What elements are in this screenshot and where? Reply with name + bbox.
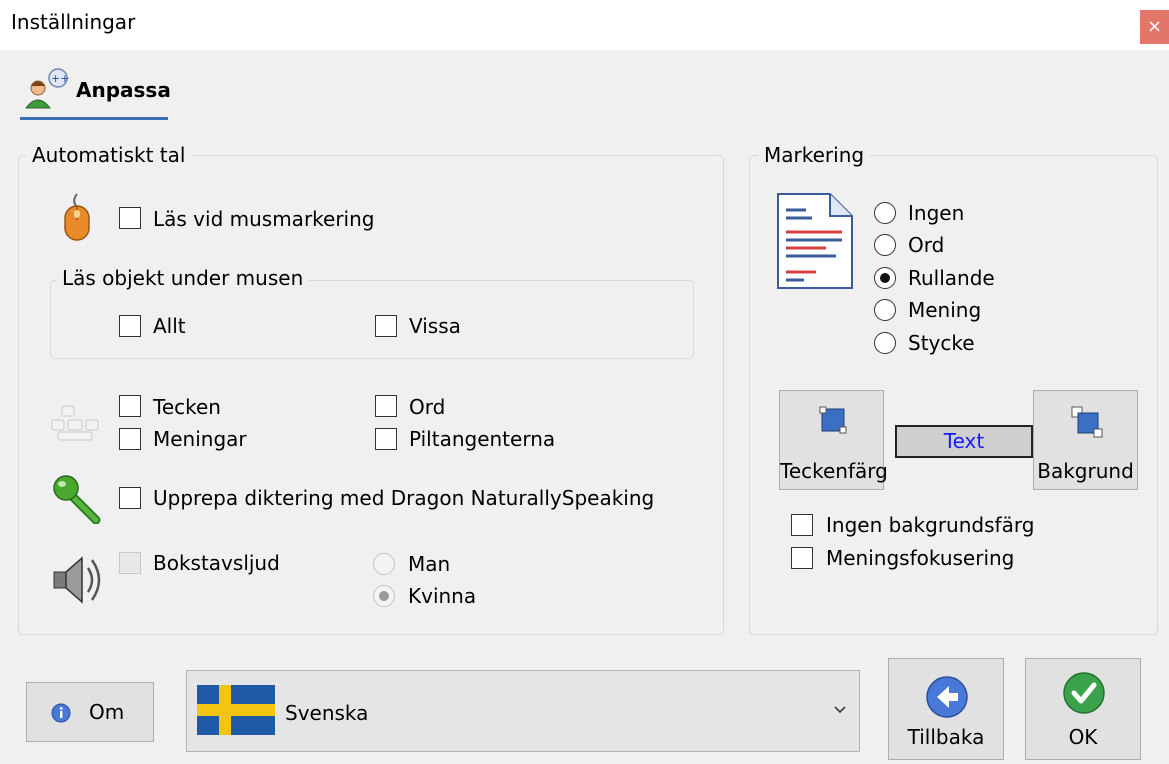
back-arrow-icon (926, 676, 968, 718)
voice-man-radio[interactable] (373, 553, 395, 575)
svg-text:++: ++ (51, 72, 69, 85)
highlight-none-label: Ingen (908, 201, 965, 225)
mouse-icon (64, 193, 90, 241)
text-color-icon (819, 406, 847, 434)
no-background-checkbox[interactable] (791, 514, 813, 536)
language-value: Svenska (285, 701, 369, 725)
arrow-keys-label: Piltangenterna (409, 427, 556, 451)
document-icon (777, 193, 853, 289)
highlight-rolling-radio[interactable] (874, 267, 896, 289)
window-title: Inställningar (11, 10, 136, 34)
speaker-icon (53, 556, 101, 604)
sentences-label: Meningar (153, 427, 247, 451)
sentence-focus-checkbox[interactable] (791, 547, 813, 569)
voice-woman-label: Kvinna (408, 584, 477, 608)
all-label: Allt (153, 314, 186, 338)
back-button[interactable]: Tillbaka (888, 658, 1004, 760)
language-select[interactable]: Svenska (186, 670, 860, 752)
info-icon (51, 703, 71, 723)
auto-speech-title: Automatiskt tal (26, 143, 192, 167)
ok-label: OK (1068, 725, 1098, 749)
highlight-title: Markering (758, 143, 871, 167)
about-label: Om (89, 700, 125, 724)
user-speech-icon: ++ (24, 68, 69, 109)
read-on-mouse-selection-label: Läs vid musmarkering (153, 207, 375, 231)
background-color-button[interactable]: Bakgrund (1033, 390, 1138, 490)
highlight-word-radio[interactable] (874, 234, 896, 256)
highlight-sentence-label: Mening (908, 298, 982, 322)
checkmark-icon (1063, 672, 1105, 714)
letter-sound-checkbox[interactable] (119, 552, 141, 574)
chevron-down-icon (834, 706, 846, 714)
letter-sound-label: Bokstavsljud (153, 551, 280, 575)
no-background-label: Ingen bakgrundsfärg (826, 513, 1035, 537)
highlight-preview: Text (895, 425, 1033, 458)
about-button[interactable]: Om (26, 682, 154, 742)
dragon-checkbox[interactable] (119, 487, 141, 509)
read-under-mouse-title: Läs objekt under musen (56, 266, 310, 290)
highlight-paragraph-label: Stycke (908, 331, 975, 355)
background-color-icon (1071, 406, 1103, 438)
dragon-label: Upprepa diktering med Dragon NaturallySp… (153, 486, 655, 510)
words-checkbox[interactable] (375, 395, 397, 417)
arrow-keys-checkbox[interactable] (375, 428, 397, 450)
highlight-rolling-label: Rullande (908, 266, 995, 290)
tab-label: Anpassa (76, 78, 171, 102)
highlight-none-radio[interactable] (874, 202, 896, 224)
sentence-focus-label: Meningsfokusering (826, 546, 1015, 570)
close-button[interactable]: × (1140, 10, 1169, 44)
read-under-mouse-group (50, 280, 694, 359)
some-checkbox[interactable] (375, 315, 397, 337)
text-color-button[interactable]: Teckenfärg (779, 390, 888, 490)
keyboard-icon (51, 405, 99, 441)
tab-anpassa[interactable]: ++ Anpassa (20, 68, 171, 120)
some-label: Vissa (409, 314, 461, 338)
background-color-label: Bakgrund (1037, 459, 1134, 483)
words-label: Ord (409, 395, 446, 419)
swedish-flag-icon (197, 685, 275, 735)
highlight-sentence-radio[interactable] (874, 299, 896, 321)
characters-checkbox[interactable] (119, 395, 141, 417)
sentences-checkbox[interactable] (119, 428, 141, 450)
voice-woman-radio[interactable] (373, 585, 395, 607)
text-color-label: Teckenfärg (780, 459, 888, 483)
all-checkbox[interactable] (119, 315, 141, 337)
highlight-paragraph-radio[interactable] (874, 332, 896, 354)
title-bar: Inställningar × (0, 0, 1169, 50)
read-on-mouse-selection-checkbox[interactable] (119, 207, 141, 229)
microphone-icon (53, 475, 101, 524)
characters-label: Tecken (153, 395, 221, 419)
highlight-word-label: Ord (908, 233, 945, 257)
back-label: Tillbaka (907, 725, 985, 749)
ok-button[interactable]: OK (1025, 658, 1141, 760)
voice-man-label: Man (408, 552, 451, 576)
